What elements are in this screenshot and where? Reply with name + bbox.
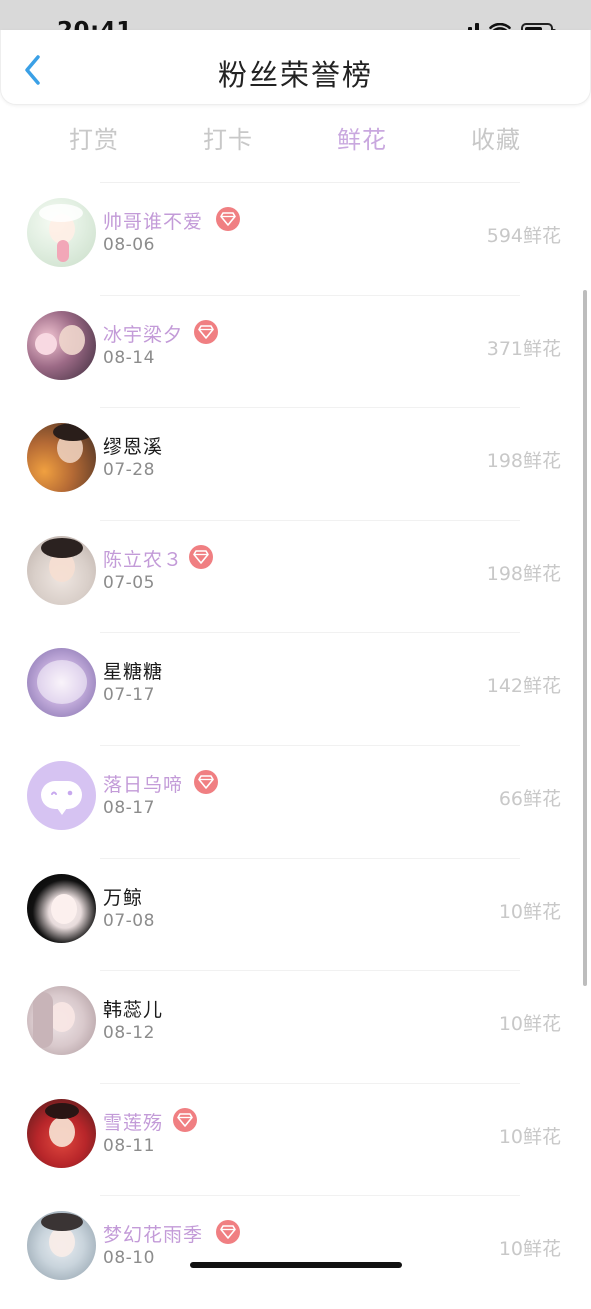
list-item[interactable]: 缪恩溪 07-28 198鲜花 [0,408,591,521]
fan-date: 08-14 [103,347,155,368]
list-item[interactable]: 韩蕊儿 08-12 10鲜花 [0,971,591,1084]
page-title: 粉丝荣誉榜 [217,58,373,92]
fan-name[interactable]: 万鲸 [103,883,143,910]
avatar[interactable] [27,648,96,718]
avatar[interactable] [27,310,96,380]
flower-count: 10鲜花 [498,900,561,923]
avatar[interactable] [27,198,96,267]
fan-name[interactable]: 冰宇梁夕 [103,320,183,347]
fan-name[interactable]: 落日乌啼 [103,770,183,797]
vip-diamond-icon [189,544,213,569]
list-item[interactable]: 雪莲殇 08-11 10鲜花 [0,1084,591,1197]
list-item[interactable]: 帅哥谁不爱 08-06 594鲜花 [0,183,591,296]
vip-diamond-icon [173,1107,197,1132]
fan-date: 08-17 [103,798,155,818]
flower-count: 10鲜花 [498,1238,561,1261]
fan-date: 08-12 [103,1023,155,1044]
navigation-bar: 粉丝荣誉榜 [0,30,591,105]
fan-name[interactable]: 陈立农３ [103,545,183,572]
flower-count: 371鲜花 [486,337,561,360]
vip-diamond-icon [216,1220,240,1245]
list-item[interactable]: 梦幻花雨季 08-10 10鲜花 [0,1196,591,1309]
avatar[interactable] [27,1098,96,1168]
flower-count: 198鲜花 [486,562,561,585]
vip-diamond-icon [194,770,218,794]
fan-date: 08-10 [103,1248,155,1269]
fan-date: 07-08 [103,910,155,931]
vip-diamond-icon [216,207,240,231]
tab-flowers[interactable]: 鲜花 [337,120,387,155]
fan-date: 07-28 [103,460,155,481]
fan-name[interactable]: 韩蕊儿 [103,995,163,1022]
fan-date: 07-05 [103,572,155,593]
fan-name[interactable]: 缪恩溪 [103,432,163,459]
avatar[interactable] [27,423,96,493]
fan-date: 08-11 [103,1135,155,1156]
vip-diamond-icon [194,319,218,344]
fan-name[interactable]: 帅哥谁不爱 [103,207,203,234]
list-item[interactable]: 冰宇梁夕 08-14 371鲜花 [0,296,591,409]
list-item[interactable]: 落日乌啼 08-17 66鲜花 [0,746,591,859]
fan-name[interactable]: 雪莲殇 [103,1108,163,1135]
avatar[interactable] [27,761,96,830]
list-item[interactable]: 陈立农３ 07-05 198鲜花 [0,521,591,634]
avatar[interactable] [27,873,96,943]
avatar[interactable] [27,1211,96,1281]
tab-checkin[interactable]: 打卡 [203,120,253,155]
chat-bubble-icon [41,781,82,815]
fan-date: 07-17 [103,685,155,706]
scrollbar[interactable] [583,290,587,986]
home-indicator[interactable] [190,1262,402,1268]
tab-favorites[interactable]: 收藏 [471,120,521,155]
flower-count: 198鲜花 [486,450,561,473]
avatar[interactable] [27,535,96,605]
flower-count: 594鲜花 [486,225,561,247]
fan-date: 08-06 [103,235,155,255]
tab-reward[interactable]: 打赏 [69,120,119,155]
tab-bar: 打赏 打卡 鲜花 收藏 [0,112,591,162]
avatar[interactable] [27,986,96,1056]
flower-count: 142鲜花 [486,675,561,698]
flower-count: 66鲜花 [498,788,561,810]
flower-count: 10鲜花 [498,1013,561,1036]
fan-name[interactable]: 星糖糖 [103,657,163,684]
list-item[interactable]: 星糖糖 07-17 142鲜花 [0,633,591,746]
flower-count: 10鲜花 [498,1125,561,1148]
list-item[interactable]: 万鲸 07-08 10鲜花 [0,859,591,972]
fan-name[interactable]: 梦幻花雨季 [103,1220,203,1247]
